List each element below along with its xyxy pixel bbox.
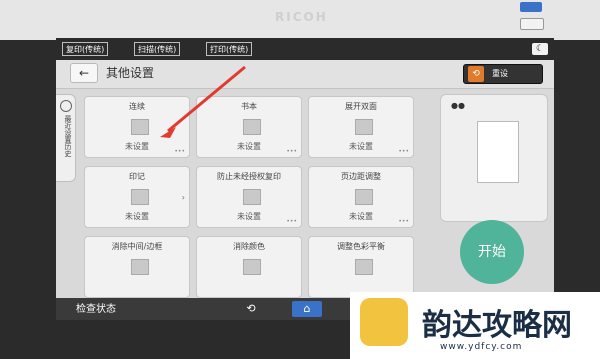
open-book-icon	[355, 119, 373, 135]
tile-title: 消除颜色	[233, 242, 265, 251]
check-status-button[interactable]: 检查状态	[76, 300, 116, 315]
watermark-url: www.ydfcy.com	[440, 342, 523, 352]
tile-spread-duplex[interactable]: 展开双面 未设置 •••	[308, 96, 414, 158]
more-icon: •••	[174, 148, 185, 155]
tile-title: 消除中间/边框	[111, 242, 163, 251]
tile-title: 书本	[241, 102, 257, 111]
watermark-text: 韵达攻略网	[422, 308, 572, 343]
app-tab-scan[interactable]: 扫描(传统)	[134, 42, 181, 56]
more-icon: •••	[398, 218, 409, 225]
tile-title: 印记	[129, 172, 145, 181]
top-indicator-blue	[520, 2, 542, 12]
start-button[interactable]: 开始	[460, 220, 524, 284]
tile-title: 展开双面	[345, 102, 377, 111]
clock-icon	[60, 100, 72, 112]
touch-screen: 复印(传统) 扫描(传统) 打印(传统) ☾ ← 其他设置 ⟲ 重设 最近设置历…	[56, 38, 554, 320]
tile-title: 调整色彩平衡	[337, 242, 385, 251]
watermark-block: 韵达攻略网 www.ydfcy.com	[350, 292, 600, 359]
color-mode-icon: ●●	[451, 101, 465, 110]
home-icon[interactable]: ⌂	[292, 301, 322, 317]
arrow-left-icon: ←	[78, 66, 90, 80]
margin-icon	[355, 189, 373, 205]
book-icon	[243, 119, 261, 135]
moon-icon[interactable]: ☾	[532, 43, 548, 55]
tile-status: 未设置	[125, 212, 149, 221]
tile-title: 连续	[129, 102, 145, 111]
tile-unauthorized-copy-prevention[interactable]: 防止未经授权复印 未设置 •••	[196, 166, 302, 228]
more-icon: •••	[398, 148, 409, 155]
tile-continuous[interactable]: 连续 未设置 •••	[84, 96, 190, 158]
tile-title: 防止未经授权复印	[217, 172, 281, 181]
tile-erase-color[interactable]: 消除颜色	[196, 236, 302, 298]
brand-logo: RICOH	[275, 10, 328, 24]
tile-title: 页边距调整	[341, 172, 381, 181]
stamp-icon	[131, 189, 149, 205]
reset-button[interactable]: ⟲ 重设	[463, 64, 543, 84]
tile-book[interactable]: 书本 未设置 •••	[196, 96, 302, 158]
preview-panel: ●●	[440, 94, 548, 222]
app-tab-print[interactable]: 打印(传统)	[206, 42, 253, 56]
more-icon: •••	[286, 148, 297, 155]
watermark-logo-icon	[360, 298, 408, 346]
more-icon: •••	[286, 218, 297, 225]
top-indicator-white	[520, 18, 544, 30]
tile-stamp[interactable]: 印记 未设置 ›	[84, 166, 190, 228]
stack-icon	[131, 119, 149, 135]
page-title: 其他设置	[106, 66, 155, 80]
app-tab-bar: 复印(传统) 扫描(传统) 打印(传统) ☾	[56, 38, 554, 60]
document-preview	[477, 121, 519, 183]
device-top-strip: RICOH	[0, 0, 600, 40]
tile-color-balance[interactable]: 调整色彩平衡	[308, 236, 414, 298]
page-header: ← 其他设置 ⟲ 重设	[56, 60, 554, 89]
color-balance-icon	[355, 259, 373, 275]
border-icon	[131, 259, 149, 275]
tile-erase-center-border[interactable]: 消除中间/边框	[84, 236, 190, 298]
color-erase-icon	[243, 259, 261, 275]
return-icon[interactable]: ⟲	[236, 301, 266, 317]
chevron-right-icon: ›	[181, 193, 185, 202]
tile-margin-adjust[interactable]: 页边距调整 未设置 •••	[308, 166, 414, 228]
reset-icon: ⟲	[468, 66, 484, 82]
recent-settings-tab[interactable]: 最近设置历史	[56, 94, 76, 182]
back-button[interactable]: ←	[70, 63, 98, 83]
recent-settings-label: 最近设置历史	[64, 115, 72, 157]
lock-icon	[243, 189, 261, 205]
app-tab-copy[interactable]: 复印(传统)	[62, 42, 109, 56]
reset-label: 重设	[492, 69, 508, 78]
